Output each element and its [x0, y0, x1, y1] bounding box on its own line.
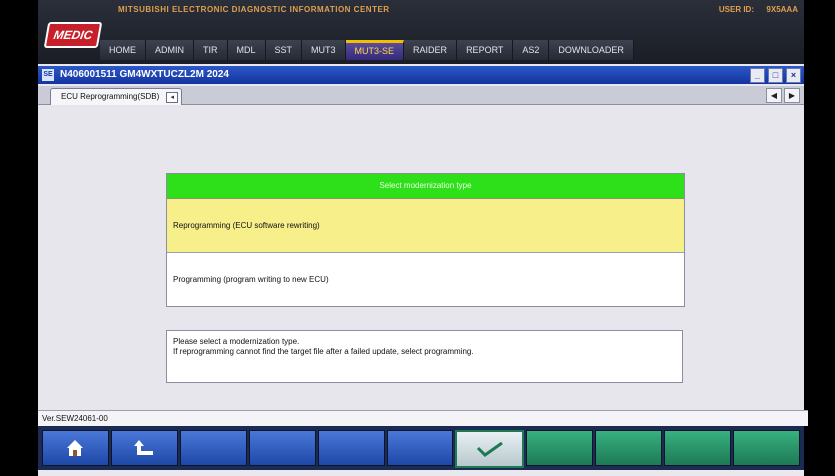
tab-scroll-left-button[interactable]: ◀ [766, 88, 782, 103]
tab-strip: ECU Reprogramming(SDB) ◂ ◀ ▶ [38, 86, 804, 105]
tab-scroll-right-button[interactable]: ▶ [784, 88, 800, 103]
app-frame: MITSUBISHI ELECTRONIC DIAGNOSTIC INFORMA… [38, 0, 808, 476]
window-controls: _ □ × [750, 68, 801, 83]
home-icon [67, 440, 84, 456]
tab-scroll: ◀ ▶ [766, 88, 800, 103]
nav-mdl[interactable]: MDL [227, 40, 266, 60]
medic-logo: MEDIC [43, 22, 103, 48]
user-id-value: 9X5AAA [766, 5, 798, 14]
center-title: MITSUBISHI ELECTRONIC DIAGNOSTIC INFORMA… [118, 5, 390, 14]
toolbar-blank-button-3[interactable] [179, 430, 247, 466]
user-id-label: USER ID: [718, 5, 754, 14]
nav-sst[interactable]: SST [265, 40, 303, 60]
nav-home[interactable]: HOME [100, 40, 146, 60]
top-header: MITSUBISHI ELECTRONIC DIAGNOSTIC INFORMA… [38, 0, 804, 64]
modernization-type-selector: Select modernization type Reprogramming … [166, 173, 685, 307]
maximize-button[interactable]: □ [768, 68, 783, 83]
option-programming[interactable]: Programming (program writing to new ECU) [167, 253, 684, 306]
message-line-1: Please select a modernization type. [173, 337, 300, 346]
nav-downloader[interactable]: DOWNLOADER [549, 40, 634, 60]
toolbar-blank-button-6[interactable] [386, 430, 454, 466]
nav-report[interactable]: REPORT [457, 40, 514, 60]
window-title-bar: SE N406001511 GM4WXTUCZL2M 2024 _ □ × [38, 66, 804, 84]
toolbar-blank-button-5[interactable] [317, 430, 385, 466]
option-reprogramming[interactable]: Reprogramming (ECU software rewriting) [167, 199, 684, 253]
app-icon: SE [42, 69, 54, 81]
toolbar-blank-button-10[interactable] [664, 430, 732, 466]
nav-mut3-se[interactable]: MUT3-SE [345, 40, 405, 60]
toolbar-blank-button-9[interactable] [595, 430, 663, 466]
instruction-message: Please select a modernization type. If r… [166, 330, 683, 383]
nav-raider[interactable]: RAIDER [404, 40, 458, 60]
toolbar-blank-button-4[interactable] [248, 430, 316, 466]
home-button[interactable] [42, 430, 109, 466]
tab-ecu-reprogramming[interactable]: ECU Reprogramming(SDB) ◂ [50, 88, 183, 105]
tab-close-button[interactable]: ◂ [166, 92, 179, 103]
close-button[interactable]: × [786, 68, 801, 83]
bottom-toolbar [38, 426, 804, 470]
main-content: Select modernization type Reprogramming … [38, 105, 804, 410]
toolbar-blank-button-8[interactable] [526, 430, 594, 466]
message-line-2: If reprogramming cannot find the target … [173, 347, 474, 356]
version-text: Ver.SEW24061-00 [42, 414, 108, 423]
nav-admin[interactable]: ADMIN [146, 40, 194, 60]
selector-header: Select modernization type [167, 174, 684, 199]
main-nav: HOME ADMIN TIR MDL SST MUT3 MUT3-SE RAID… [100, 40, 634, 60]
confirm-check-icon [476, 441, 503, 457]
toolbar-blank-button-11[interactable] [733, 430, 800, 466]
nav-mut3[interactable]: MUT3 [302, 40, 346, 60]
back-icon [134, 440, 154, 455]
minimize-button[interactable]: _ [750, 68, 765, 83]
status-bar: Ver.SEW24061-00 [38, 410, 808, 426]
confirm-button[interactable] [455, 430, 525, 468]
nav-as2[interactable]: AS2 [513, 40, 550, 60]
tab-label: ECU Reprogramming(SDB) [61, 92, 160, 101]
back-button[interactable] [110, 430, 178, 466]
nav-tir[interactable]: TIR [194, 40, 228, 60]
window-title: N406001511 GM4WXTUCZL2M 2024 [60, 69, 229, 80]
